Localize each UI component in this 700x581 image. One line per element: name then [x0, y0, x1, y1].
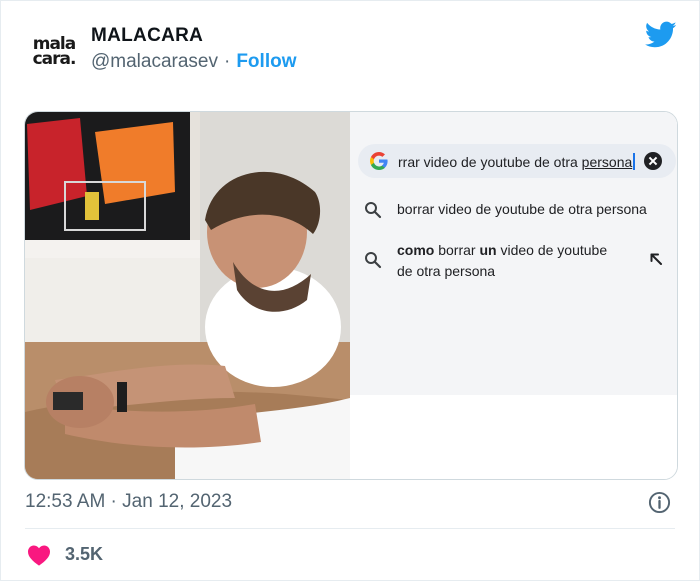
heart-icon[interactable]	[27, 544, 51, 566]
google-g-icon	[370, 152, 388, 170]
suggestion-part: borrar	[434, 242, 480, 258]
search-icon	[365, 202, 382, 219]
like-count[interactable]: 3.5K	[65, 544, 103, 565]
follow-button[interactable]: Follow	[236, 51, 296, 73]
close-circle-icon[interactable]	[644, 152, 662, 170]
query-prefix: rrar video de youtube de otra	[398, 154, 582, 170]
search-icon	[365, 252, 382, 269]
suggestion-item[interactable]: como borrar un video de youtube de otra …	[350, 240, 677, 284]
info-icon[interactable]	[648, 491, 671, 514]
handle[interactable]: @malacarasev	[91, 51, 218, 73]
suggestion-bold-part: como	[397, 242, 435, 258]
suggestion-bold-part: un	[479, 242, 497, 258]
separator-dot: ·	[224, 51, 231, 72]
twitter-bird-icon[interactable]	[645, 21, 677, 49]
query-underlined-word: persona	[581, 154, 633, 170]
video-still-photo	[25, 112, 350, 479]
avatar[interactable]: mala cara.	[25, 27, 83, 77]
tweet-timestamp[interactable]: 12:53 AM · Jan 12, 2023	[25, 491, 232, 513]
search-query-text: rrar video de youtube de otra persona	[398, 153, 635, 170]
suggestion-text: como borrar un video de youtube de otra …	[397, 240, 622, 282]
search-input[interactable]: rrar video de youtube de otra persona	[358, 144, 676, 178]
handle-row: @malacarasev · Follow	[91, 51, 296, 73]
avatar-text-line1: mala	[32, 34, 76, 54]
divider	[25, 528, 675, 529]
suggestion-item[interactable]: borrar video de youtube de otra persona	[350, 198, 677, 224]
text-caret	[633, 153, 635, 170]
arrow-up-left-icon[interactable]	[649, 252, 663, 266]
suggestion-text: borrar video de youtube de otra persona	[397, 201, 647, 217]
display-name[interactable]: MALACARA	[91, 25, 203, 47]
google-search-panel: rrar video de youtube de otra persona bo…	[350, 112, 677, 479]
avatar-text-line2: cara.	[32, 49, 77, 69]
tweet-card: mala cara. MALACARA @malacarasev · Follo…	[0, 0, 700, 581]
media-container[interactable]: rrar video de youtube de otra persona bo…	[24, 111, 678, 480]
